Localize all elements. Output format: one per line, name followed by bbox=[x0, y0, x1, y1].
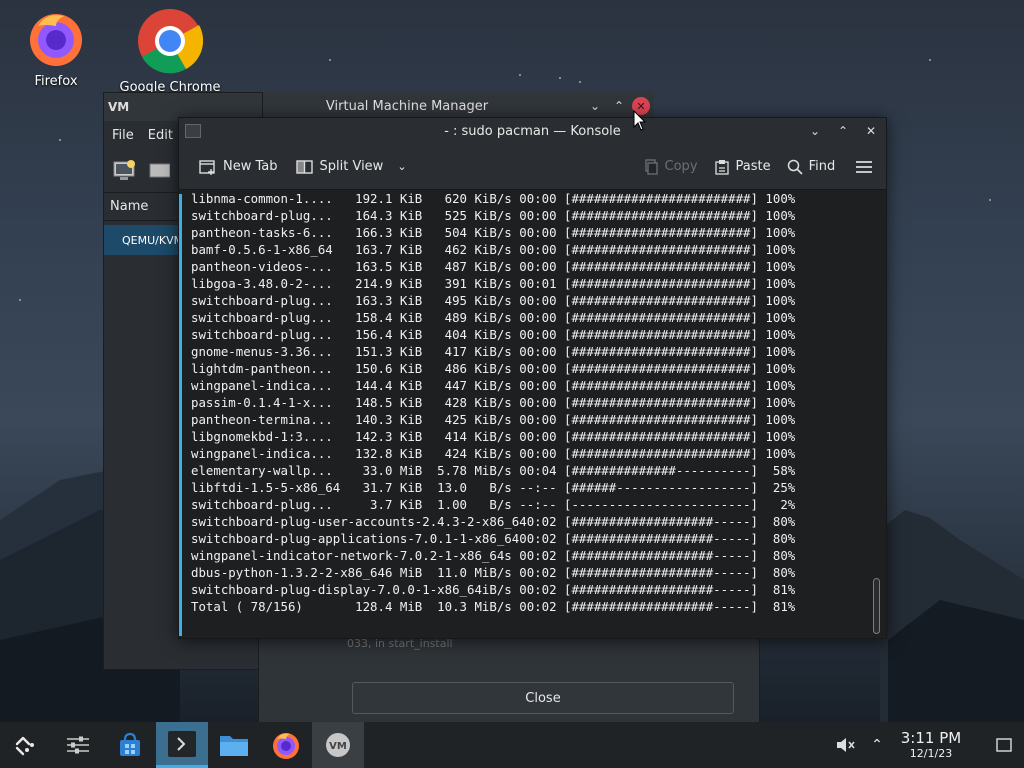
taskbar-virt-manager[interactable]: VM bbox=[312, 722, 364, 768]
app-launcher-icon bbox=[15, 736, 34, 756]
taskbar-settings[interactable] bbox=[52, 722, 104, 768]
terminal-line: wingpanel-indica... 132.8 KiB 424 KiB/s … bbox=[191, 446, 796, 461]
maximize-icon[interactable]: ⌃ bbox=[832, 120, 854, 142]
new-vm-icon[interactable] bbox=[112, 159, 138, 183]
mouse-cursor-icon bbox=[633, 110, 647, 131]
tray-expand-icon[interactable]: ⌃ bbox=[862, 737, 892, 753]
split-view-button[interactable]: Split View ⌄ bbox=[290, 152, 413, 182]
connection-label: QEMU/KVM bbox=[122, 233, 184, 247]
hamburger-menu-button[interactable] bbox=[849, 152, 879, 182]
desktop-icon-firefox[interactable]: Firefox bbox=[1, 8, 111, 89]
terminal-line: gnome-menus-3.36... 151.3 KiB 417 KiB/s … bbox=[191, 344, 796, 359]
desktop-icon-chrome[interactable]: Google Chrome bbox=[115, 8, 225, 95]
terminal-line: wingpanel-indicator-network-7.0.2-1-x86_… bbox=[191, 548, 796, 563]
virt-manager-icon: VM bbox=[326, 733, 350, 757]
terminal-line: switchboard-plug... 164.3 KiB 525 KiB/s … bbox=[191, 208, 796, 223]
terminal-line: wingpanel-indica... 144.4 KiB 447 KiB/s … bbox=[191, 378, 796, 393]
open-console-icon[interactable] bbox=[148, 159, 170, 183]
clock[interactable]: 3:11 PM 12/1/23 bbox=[892, 729, 970, 761]
system-tray: ⌃ 3:11 PM 12/1/23 bbox=[828, 722, 1024, 768]
terminal-line: elementary-wallp... 33.0 MiB 5.78 MiB/s … bbox=[191, 463, 796, 478]
vmm-titlebar-right[interactable]: Virtual Machine Manager ⌄ ⌃ ✕ bbox=[263, 92, 654, 120]
terminal-line: libgoa-3.48.0-2-... 214.9 KiB 391 KiB/s … bbox=[191, 276, 796, 291]
konsole-window: - : sudo pacman — Konsole ⌄ ⌃ ✕ New Tab … bbox=[178, 117, 887, 639]
konsole-window-title: - : sudo pacman — Konsole bbox=[444, 123, 621, 139]
terminal-line: pantheon-termina... 140.3 KiB 425 KiB/s … bbox=[191, 412, 796, 427]
hamburger-menu-icon bbox=[856, 160, 873, 173]
terminal-output: libnma-common-1.... 192.1 KiB 620 KiB/s … bbox=[191, 190, 867, 615]
terminal-line: switchboard-plug-user-accounts-2.4.3-2-x… bbox=[191, 514, 796, 529]
terminal-scrollbar[interactable] bbox=[873, 578, 880, 634]
menu-file[interactable]: File bbox=[112, 128, 134, 143]
minimize-icon[interactable]: ⌄ bbox=[804, 120, 826, 142]
find-button[interactable]: Find bbox=[781, 152, 842, 182]
terminal-line: dbus-python-1.3.2-2-x86_646 MiB 11.0 MiB… bbox=[191, 565, 796, 580]
app-launcher-button[interactable] bbox=[0, 722, 52, 768]
vmm-window-title: Virtual Machine Manager bbox=[325, 98, 489, 114]
terminal-area[interactable]: libnma-common-1.... 192.1 KiB 620 KiB/s … bbox=[179, 190, 886, 638]
svg-text:VM: VM bbox=[329, 741, 347, 752]
taskbar-discover[interactable] bbox=[104, 722, 156, 768]
paste-button[interactable]: Paste bbox=[708, 152, 777, 182]
terminal-line: lightdm-pantheon... 150.6 KiB 486 KiB/s … bbox=[191, 361, 796, 376]
taskbar-firefox[interactable] bbox=[260, 722, 312, 768]
copy-label: Copy bbox=[664, 159, 698, 174]
chevron-down-icon[interactable]: ⌄ bbox=[397, 160, 406, 173]
taskbar-files[interactable] bbox=[208, 722, 260, 768]
terminal-line: passim-0.1.4-1-x... 148.5 KiB 428 KiB/s … bbox=[191, 395, 796, 410]
terminal-icon bbox=[168, 730, 196, 757]
split-view-icon bbox=[295, 159, 313, 174]
clock-date: 12/1/23 bbox=[909, 747, 953, 760]
terminal-line: switchboard-plug-applications-7.0.1-1-x8… bbox=[191, 531, 796, 546]
terminal-line: switchboard-plug... 163.3 KiB 495 KiB/s … bbox=[191, 293, 796, 308]
firefox-icon bbox=[30, 14, 82, 66]
sliders-icon bbox=[67, 736, 89, 754]
taskbar-konsole[interactable] bbox=[156, 722, 208, 768]
dialog-close-button[interactable]: Close bbox=[352, 682, 734, 714]
clock-time: 3:11 PM bbox=[900, 729, 962, 747]
dialog-error-text: 033, in start_install bbox=[347, 637, 453, 650]
folder-icon bbox=[220, 736, 248, 756]
error-dialog: 033, in start_install Close bbox=[258, 636, 760, 724]
volume-muted-icon[interactable] bbox=[828, 736, 862, 754]
desktop-icon-label: Firefox bbox=[34, 74, 78, 89]
search-icon bbox=[787, 159, 803, 175]
new-tab-icon bbox=[199, 159, 215, 175]
new-tab-button[interactable]: New Tab bbox=[193, 152, 284, 182]
terminal-line: switchboard-plug... 156.4 KiB 404 KiB/s … bbox=[191, 327, 796, 342]
taskbar: VM ⌃ 3:11 PM 12/1/23 bbox=[0, 722, 1024, 768]
konsole-toolbar: New Tab Split View ⌄ Copy Paste Find bbox=[179, 144, 886, 190]
new-tab-label: New Tab bbox=[223, 159, 278, 174]
terminal-line: Total ( 78/156) 128.4 MiB 10.3 MiB/s 00:… bbox=[191, 599, 796, 614]
show-desktop-icon[interactable] bbox=[984, 738, 1024, 752]
terminal-line: libftdi-1.5-5-x86_64 31.7 KiB 13.0 B/s -… bbox=[191, 480, 796, 495]
chrome-icon bbox=[138, 9, 204, 74]
terminal-line: switchboard-plug... 158.4 KiB 489 KiB/s … bbox=[191, 310, 796, 325]
paste-icon bbox=[714, 159, 729, 175]
terminal-line: libnma-common-1.... 192.1 KiB 620 KiB/s … bbox=[191, 191, 796, 206]
close-icon[interactable]: ✕ bbox=[860, 120, 882, 142]
terminal-line: switchboard-plug... 3.7 KiB 1.00 B/s --:… bbox=[191, 497, 796, 512]
konsole-titlebar[interactable]: - : sudo pacman — Konsole ⌄ ⌃ ✕ bbox=[179, 118, 886, 144]
paste-label: Paste bbox=[735, 159, 771, 174]
vmm-logo-icon: VM bbox=[108, 100, 130, 114]
terminal-line: libgnomekbd-1:3.... 142.3 KiB 414 KiB/s … bbox=[191, 429, 796, 444]
konsole-app-icon[interactable] bbox=[185, 124, 201, 138]
terminal-line: bamf-0.5.6-1-x86_64 163.7 KiB 462 KiB/s … bbox=[191, 242, 796, 257]
terminal-focus-indicator bbox=[179, 194, 182, 636]
firefox-icon bbox=[273, 733, 299, 759]
split-view-label: Split View bbox=[319, 159, 384, 174]
terminal-line: switchboard-plug-display-7.0.0-1-x86_64i… bbox=[191, 582, 796, 597]
column-name-label: Name bbox=[110, 199, 149, 214]
copy-button[interactable]: Copy bbox=[637, 152, 704, 182]
terminal-line: pantheon-tasks-6... 166.3 KiB 504 KiB/s … bbox=[191, 225, 796, 240]
find-label: Find bbox=[808, 159, 836, 174]
terminal-line: pantheon-videos-... 163.5 KiB 487 KiB/s … bbox=[191, 259, 796, 274]
store-bag-icon bbox=[120, 732, 140, 756]
menu-edit[interactable]: Edit bbox=[148, 128, 173, 143]
copy-icon bbox=[644, 158, 658, 175]
